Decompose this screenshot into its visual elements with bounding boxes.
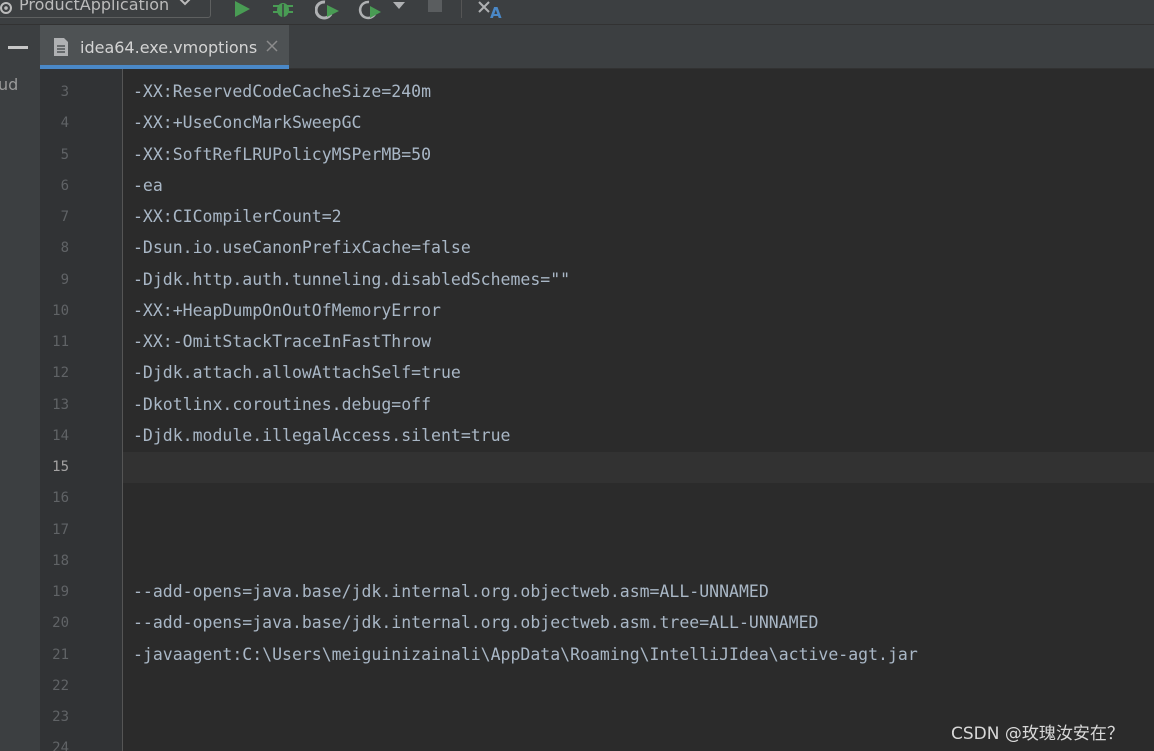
watermark: CSDN @玫瑰汝安在？ [951,724,1124,744]
line-number: 12 [52,365,69,382]
gear-icon [0,2,12,14]
line-number: 8 [60,240,69,257]
code-line[interactable]: -Djdk.http.auth.tunneling.disabledScheme… [133,270,570,289]
code-line[interactable]: -XX:+UseConcMarkSweepGC [133,113,361,132]
line-number: 16 [52,490,69,507]
code-line[interactable]: -XX:ReservedCodeCacheSize=240m [133,82,431,101]
project-panel-cut-label: ud [0,75,19,94]
line-number: 23 [52,709,69,725]
run-icon[interactable] [233,0,251,20]
line-number: 6 [60,177,69,194]
editor-tab-bar: idea64.exe.vmoptions [40,25,1154,69]
coverage-icon[interactable] [315,0,341,20]
caret-row-highlight [123,452,1154,483]
code-line[interactable]: -XX:CICompilerCount=2 [133,207,342,226]
code-line[interactable]: --add-opens=java.base/jdk.internal.org.o… [133,613,818,632]
line-number: 14 [52,427,69,444]
line-number: 5 [60,146,69,163]
chevron-down-icon[interactable] [392,0,406,20]
line-number: 24 [52,740,69,751]
line-number: 22 [52,677,69,694]
line-number-gutter: 3 4 5 6 7 8 9 10 11 12 13 14 15 16 17 18 19 20 21 22 23 24 [40,69,123,751]
code-line[interactable]: -XX:-OmitStackTraceInFastThrow [133,332,431,351]
run-toolbar: ProductApplication A [0,0,1154,25]
line-number: 18 [52,552,69,569]
code-editor[interactable]: -XX:ReservedCodeCacheSize=240m -XX:+UseCo… [123,69,1154,751]
line-number: 15 [52,459,69,475]
code-line[interactable]: --add-opens=java.base/jdk.internal.org.o… [133,582,769,601]
line-number: 17 [52,521,69,538]
code-line[interactable]: -Dsun.io.useCanonPrefixCache=false [133,238,471,257]
code-line[interactable]: -javaagent:C:\Users\meiguinizainali\AppD… [133,645,918,664]
line-number: 3 [60,84,69,100]
line-number: 10 [52,302,69,319]
line-number: 9 [60,271,69,288]
toolbar-separator [461,0,462,18]
code-line[interactable]: -Djdk.module.illegalAccess.silent=true [133,426,511,445]
line-number: 13 [52,396,69,413]
ide-window: ProductApplication A ud idea64.exe.vmopt… [0,0,1154,751]
profile-icon[interactable] [358,0,384,20]
line-number: 21 [52,646,69,663]
line-number: 19 [52,584,69,600]
run-config-name: ProductApplication [19,0,170,14]
tab-label: idea64.exe.vmoptions [80,38,258,57]
file-icon [54,38,68,56]
line-number: 11 [52,334,69,350]
translate-icon[interactable]: A [477,0,505,20]
line-number: 7 [60,209,69,225]
code-line[interactable]: -ea [133,176,163,195]
code-line[interactable]: -Djdk.attach.allowAttachSelf=true [133,363,461,382]
stop-icon[interactable] [426,0,444,20]
chevron-down-icon [179,0,191,6]
code-line[interactable]: -XX:SoftRefLRUPolicyMSPerMB=50 [133,145,431,164]
close-icon[interactable] [266,40,278,52]
code-line[interactable]: -Dkotlinx.coroutines.debug=off [133,395,431,414]
line-number: 20 [52,615,69,632]
svg-text:A: A [490,4,502,20]
run-config-selector[interactable]: ProductApplication [0,0,211,18]
debug-icon[interactable] [272,0,294,20]
left-tool-strip: ud [0,25,40,751]
code-line[interactable]: -XX:+HeapDumpOnOutOfMemoryError [133,301,441,320]
line-number: 4 [60,115,69,132]
minimize-icon[interactable] [8,46,28,49]
tab-vmoptions[interactable]: idea64.exe.vmoptions [40,25,289,69]
